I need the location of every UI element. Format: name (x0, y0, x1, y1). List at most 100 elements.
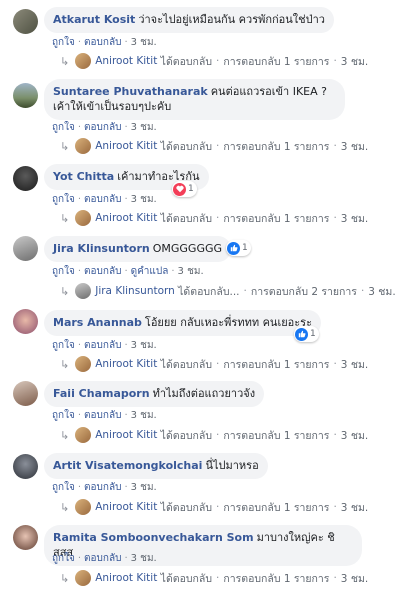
comment-actions: ถูกใจ · ตอบกลับ · 3 ชม. (52, 340, 157, 351)
comment-time[interactable]: 3 ชม. (131, 410, 157, 421)
reply-avatar (75, 210, 92, 226)
like-link[interactable]: ถูกใจ (52, 194, 75, 205)
reply-link[interactable]: ตอบกลับ (84, 122, 121, 133)
comment-bubble: Jira Klinsuntorn OMGGGGGG (44, 236, 232, 262)
reaction-count: 1 (188, 184, 194, 194)
comment-author[interactable]: Artit Visatemongkolchai (53, 459, 202, 472)
reply-count[interactable]: การตอบกลับ 1 รายการ (223, 138, 329, 155)
comment-time[interactable]: 3 ชม. (131, 340, 157, 351)
reply-author[interactable]: Aniroot Kitit (95, 140, 157, 152)
reply-arrow-icon: ↳ (60, 500, 70, 514)
comment-time[interactable]: 3 ชม. (131, 553, 157, 564)
reply-thread-link[interactable]: ↳ Aniroot Kitit ได้ตอบกลับ · การตอบกลับ 1 … (60, 498, 368, 516)
like-link[interactable]: ถูกใจ (52, 553, 75, 564)
reaction-badge[interactable]: 1 (294, 326, 319, 342)
comment-bubble: Suntaree Phuvathanarak คนต่อแถวรอเข้า IKE… (44, 79, 345, 120)
reply-time: 3 ชม. (340, 501, 369, 514)
comment-time[interactable]: 3 ชม. (131, 194, 157, 205)
reply-time: 3 ชม. (340, 429, 369, 442)
reply-time: 3 ชม. (340, 140, 369, 153)
reply-thread-link[interactable]: ↳ Aniroot Kitit ได้ตอบกลับ · การตอบกลับ 1 … (60, 209, 368, 227)
reply-thread-link[interactable]: ↳ Aniroot Kitit ได้ตอบกลับ · การตอบกลับ 1 … (60, 137, 368, 155)
reply-verb: ได้ตอบกลับ... (178, 285, 240, 298)
reply-count[interactable]: การตอบกลับ 1 รายการ (223, 210, 329, 227)
reply-time: 3 ชม. (340, 358, 369, 371)
reply-arrow-icon: ↳ (60, 54, 70, 68)
comment-author[interactable]: Ramita Somboonvechakarn Som (53, 531, 254, 544)
like-link[interactable]: ถูกใจ (52, 482, 75, 493)
reply-thread-link[interactable]: ↳ Aniroot Kitit ได้ตอบกลับ · การตอบกลับ 1 … (60, 569, 368, 587)
comment-time[interactable]: 3 ชม. (178, 266, 204, 277)
reply-count[interactable]: การตอบกลับ 1 รายการ (223, 427, 329, 444)
reply-link[interactable]: ตอบกลับ (84, 553, 121, 564)
reply-verb: ได้ตอบกลับ (160, 140, 213, 153)
like-link[interactable]: ถูกใจ (52, 340, 75, 351)
reply-avatar (75, 570, 92, 586)
reply-arrow-icon: ↳ (60, 571, 70, 585)
comment-time[interactable]: 3 ชม. (131, 122, 157, 133)
comment-bubble: Atkarut Kosit ว่าจะไปอยู่เหมือนกัน ควรพัก… (44, 7, 334, 33)
reply-arrow-icon: ↳ (60, 211, 70, 225)
avatar[interactable] (13, 83, 38, 108)
like-link[interactable]: ถูกใจ (52, 37, 75, 48)
reply-verb: ได้ตอบกลับ (160, 501, 213, 514)
avatar[interactable] (13, 454, 38, 479)
reply-author[interactable]: Aniroot Kitit (95, 429, 157, 441)
avatar[interactable] (13, 309, 38, 334)
reply-author[interactable]: Aniroot Kitit (95, 572, 157, 584)
comment-actions: ถูกใจ · ตอบกลับ · ดูคำแปล · 3 ชม. (52, 266, 204, 277)
reply-link[interactable]: ตอบกลับ (84, 194, 121, 205)
reply-count[interactable]: การตอบกลับ 1 รายการ (223, 570, 329, 587)
reply-thread-link[interactable]: ↳ Aniroot Kitit ได้ตอบกลับ · การตอบกลับ 1 … (60, 355, 368, 373)
avatar[interactable] (13, 381, 38, 406)
reply-author[interactable]: Aniroot Kitit (95, 501, 157, 513)
comment-author[interactable]: Jira Klinsuntorn (53, 242, 150, 255)
reply-link[interactable]: ตอบกลับ (84, 37, 121, 48)
like-link[interactable]: ถูกใจ (52, 266, 75, 277)
reply-thread-link[interactable]: ↳ Jira Klinsuntorn ได้ตอบกลับ... · การตอบก… (60, 282, 396, 300)
reaction-badge[interactable]: 1 (172, 181, 197, 197)
comment-actions: ถูกใจ · ตอบกลับ · 3 ชม. (52, 410, 157, 421)
comment-author[interactable]: Suntaree Phuvathanarak (53, 85, 208, 98)
reply-link[interactable]: ตอบกลับ (84, 340, 121, 351)
comment-author[interactable]: Yot Chitta (53, 170, 114, 183)
reply-time: 3 ชม. (340, 212, 369, 225)
comment-bubble: Mars Anannab โอ้ยยย กลับเหอะพี่รททท คนเยอ… (44, 310, 321, 336)
reply-link[interactable]: ตอบกลับ (84, 482, 121, 493)
avatar[interactable] (13, 9, 38, 34)
reply-verb: ได้ตอบกลับ (160, 212, 213, 225)
like-link[interactable]: ถูกใจ (52, 410, 75, 421)
comment-actions: ถูกใจ · ตอบกลับ · 3 ชม. (52, 194, 157, 205)
reply-author[interactable]: Jira Klinsuntorn (95, 285, 175, 297)
comment-bubble: Artit Visatemongkolchai นี่ไปมาหรอ (44, 453, 268, 479)
reply-count[interactable]: การตอบกลับ 1 รายการ (223, 53, 329, 70)
reply-link[interactable]: ตอบกลับ (84, 410, 121, 421)
comment-time[interactable]: 3 ชม. (131, 482, 157, 493)
like-icon (227, 241, 240, 255)
comment-time[interactable]: 3 ชม. (131, 37, 157, 48)
reply-thread-link[interactable]: ↳ Aniroot Kitit ได้ตอบกลับ · การตอบกลับ 1 … (60, 52, 368, 70)
comment-text: ทำไมถึงต่อแถวยาวจัง (152, 387, 256, 400)
reply-thread-link[interactable]: ↳ Aniroot Kitit ได้ตอบกลับ · การตอบกลับ 1 … (60, 426, 368, 444)
avatar[interactable] (13, 525, 38, 550)
avatar[interactable] (13, 166, 38, 191)
reply-count[interactable]: การตอบกลับ 1 รายการ (223, 499, 329, 516)
reply-time: 3 ชม. (340, 572, 369, 585)
reply-link[interactable]: ตอบกลับ (84, 266, 121, 277)
love-icon (173, 182, 186, 196)
reply-count[interactable]: การตอบกลับ 1 รายการ (223, 356, 329, 373)
comment-author[interactable]: Mars Anannab (53, 316, 142, 329)
reply-author[interactable]: Aniroot Kitit (95, 55, 157, 67)
translate-link[interactable]: ดูคำแปล (131, 266, 169, 277)
reply-author[interactable]: Aniroot Kitit (95, 358, 157, 370)
comment-author[interactable]: Atkarut Kosit (53, 13, 135, 26)
avatar[interactable] (13, 236, 38, 261)
comment-author[interactable]: Faii Chamaporn (53, 387, 150, 400)
reply-count[interactable]: การตอบกลับ 2 รายการ (251, 283, 357, 300)
reply-avatar (75, 499, 92, 515)
like-link[interactable]: ถูกใจ (52, 122, 75, 133)
reply-author[interactable]: Aniroot Kitit (95, 212, 157, 224)
reply-arrow-icon: ↳ (60, 139, 70, 153)
reaction-badge[interactable]: 1 (226, 240, 251, 256)
reply-avatar (75, 356, 92, 372)
